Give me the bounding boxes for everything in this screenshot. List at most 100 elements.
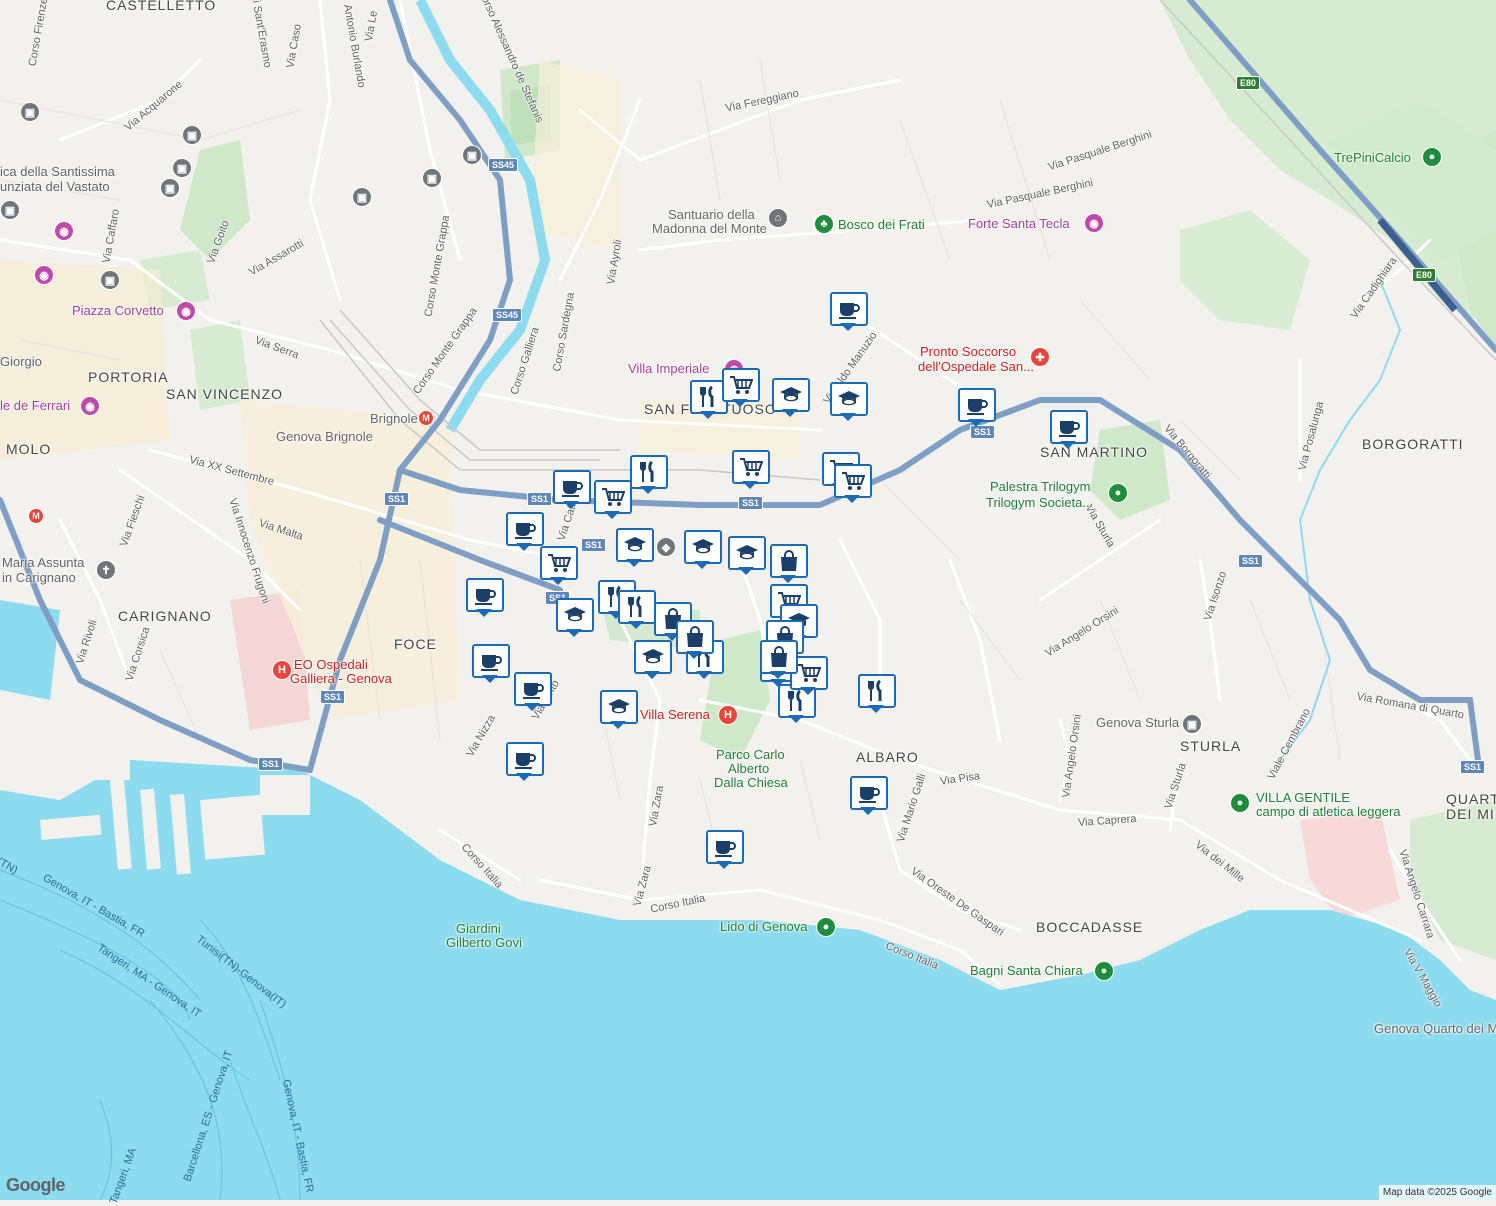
camera-icon[interactable]: ◉ — [54, 221, 74, 241]
grocery-marker[interactable] — [594, 480, 632, 519]
train-icon[interactable]: ▣ — [422, 168, 442, 188]
cafe-marker[interactable] — [1050, 410, 1088, 449]
camera-icon[interactable]: ◉ — [34, 265, 54, 285]
cafe-marker[interactable] — [466, 578, 504, 617]
church-icon[interactable]: ✝ — [96, 560, 116, 580]
place-galliera[interactable]: Galliera - Genova — [290, 671, 392, 687]
district-portoria: PORTORIA — [88, 369, 169, 385]
train-icon[interactable]: ▣ — [462, 145, 482, 165]
grocery-marker[interactable] — [732, 450, 770, 489]
train-icon[interactable]: ▣ — [172, 158, 192, 178]
cafe-icon — [514, 672, 552, 706]
metro-icon[interactable]: M — [28, 508, 44, 524]
school-icon — [772, 378, 810, 412]
marker-pointer — [840, 413, 856, 421]
cafe-marker[interactable] — [830, 292, 868, 331]
place-villa-serena[interactable]: Villa Serena — [640, 707, 710, 723]
school-marker[interactable] — [772, 378, 810, 417]
school-marker[interactable] — [556, 598, 594, 637]
marker-pointer — [644, 671, 660, 679]
school-marker[interactable] — [830, 382, 868, 421]
school-marker[interactable] — [634, 640, 672, 679]
cafe-marker[interactable] — [506, 512, 544, 551]
marker-pointer — [476, 609, 492, 617]
grocery-marker[interactable] — [834, 464, 872, 503]
place-bosco-dei-frati[interactable]: Bosco dei Frati — [838, 217, 925, 233]
shopping-marker[interactable] — [760, 640, 798, 679]
place-quarto-station[interactable]: Genova Quarto dei M — [1374, 1021, 1496, 1037]
cafe-marker[interactable] — [706, 830, 744, 869]
place-pronto-soccorso[interactable]: dell'Ospedale San... — [918, 359, 1034, 375]
church-icon[interactable]: ⌂ — [768, 208, 788, 228]
school-icon[interactable]: ◆ — [656, 537, 676, 557]
cafe-marker[interactable] — [958, 388, 996, 427]
place-giardini[interactable]: Gilberto Govi — [446, 935, 522, 951]
metro-icon[interactable]: M — [418, 410, 434, 426]
cafe-icon — [506, 512, 544, 546]
place-maria-assunta[interactable]: Maria Assunta — [2, 555, 84, 571]
marker-pointer — [686, 651, 702, 659]
cafe-marker[interactable] — [506, 742, 544, 781]
place-parco[interactable]: Dalla Chiesa — [714, 775, 788, 791]
place-brignole[interactable]: Brignole — [370, 411, 418, 427]
map-canvas[interactable] — [0, 0, 1496, 1200]
train-icon[interactable]: ▣ — [352, 187, 372, 207]
cafe-marker[interactable] — [553, 470, 591, 509]
place-maria-assunta[interactable]: in Carignano — [2, 570, 76, 586]
place-label[interactable]: ica della Santissima — [0, 164, 115, 180]
place-pronto-soccorso[interactable]: Pronto Soccorso — [920, 344, 1016, 360]
school-marker[interactable] — [600, 690, 638, 729]
camera-icon[interactable]: ◉ — [80, 396, 100, 416]
place-genova-sturla[interactable]: Genova Sturla — [1096, 715, 1179, 731]
place-palestra[interactable]: Trilogym Societa... — [986, 495, 1093, 511]
cafe-marker[interactable] — [850, 776, 888, 815]
restaurant-marker[interactable] — [858, 674, 896, 713]
camera-icon[interactable]: ◉ — [1084, 213, 1104, 233]
school-icon — [830, 382, 868, 416]
sports-icon[interactable]: ● — [1230, 793, 1250, 813]
sports-icon[interactable]: ● — [1422, 147, 1442, 167]
place-genova-brignole[interactable]: Genova Brignole — [276, 429, 373, 445]
marker-pointer — [524, 703, 540, 711]
train-icon[interactable]: ▣ — [100, 270, 120, 290]
shopping-marker[interactable] — [676, 620, 714, 659]
place-piazza-corvetto[interactable]: Piazza Corvetto — [72, 303, 164, 319]
school-marker[interactable] — [684, 530, 722, 569]
marker-pointer — [694, 561, 710, 569]
hospital-icon[interactable]: H — [272, 660, 292, 680]
marker-pointer — [738, 567, 754, 575]
hospital-icon[interactable]: H — [718, 705, 738, 725]
place-villa-imperiale[interactable]: Villa Imperiale — [628, 361, 709, 377]
place-palestra[interactable]: Palestra Trilogym — [990, 479, 1090, 495]
school-marker[interactable] — [616, 528, 654, 567]
place-trepini[interactable]: TrePiniCalcio — [1334, 150, 1411, 166]
place-forte-santa-tecla[interactable]: Forte Santa Tecla — [968, 216, 1070, 232]
district-foce: FOCE — [394, 636, 437, 652]
camera-icon[interactable]: ◉ — [176, 301, 196, 321]
school-marker[interactable] — [728, 536, 766, 575]
train-icon[interactable]: ▣ — [20, 102, 40, 122]
shopping-marker[interactable] — [770, 544, 808, 583]
gym-icon[interactable]: ● — [1108, 483, 1128, 503]
train-icon[interactable]: ▣ — [160, 178, 180, 198]
place-label[interactable]: unziata del Vastato — [0, 179, 110, 195]
train-icon[interactable]: ▣ — [182, 125, 202, 145]
place-santuario[interactable]: Madonna del Monte — [652, 221, 767, 237]
restaurant-marker[interactable] — [618, 590, 656, 629]
cafe-marker[interactable] — [472, 644, 510, 683]
map-copyright[interactable]: Map data ©2025 Google — [1378, 1185, 1496, 1200]
grocery-marker[interactable] — [722, 368, 760, 407]
hospital-icon[interactable]: ✚ — [1030, 347, 1050, 367]
train-icon[interactable]: ▣ — [0, 200, 20, 220]
restaurant-marker[interactable] — [630, 455, 668, 494]
beach-icon[interactable]: ● — [1094, 961, 1114, 981]
place-de-ferrari[interactable]: le de Ferrari — [0, 398, 70, 414]
grocery-marker[interactable] — [540, 546, 578, 585]
place-bagni-santa-chiara[interactable]: Bagni Santa Chiara — [970, 963, 1083, 979]
place-lido[interactable]: Lido di Genova — [720, 919, 807, 935]
beach-icon[interactable]: ● — [816, 917, 836, 937]
train-icon[interactable]: ▣ — [1182, 714, 1202, 734]
cafe-marker[interactable] — [514, 672, 552, 711]
park-icon[interactable]: ♣ — [814, 214, 834, 234]
place-villa-gentile[interactable]: campo di atletica leggera — [1256, 804, 1401, 820]
